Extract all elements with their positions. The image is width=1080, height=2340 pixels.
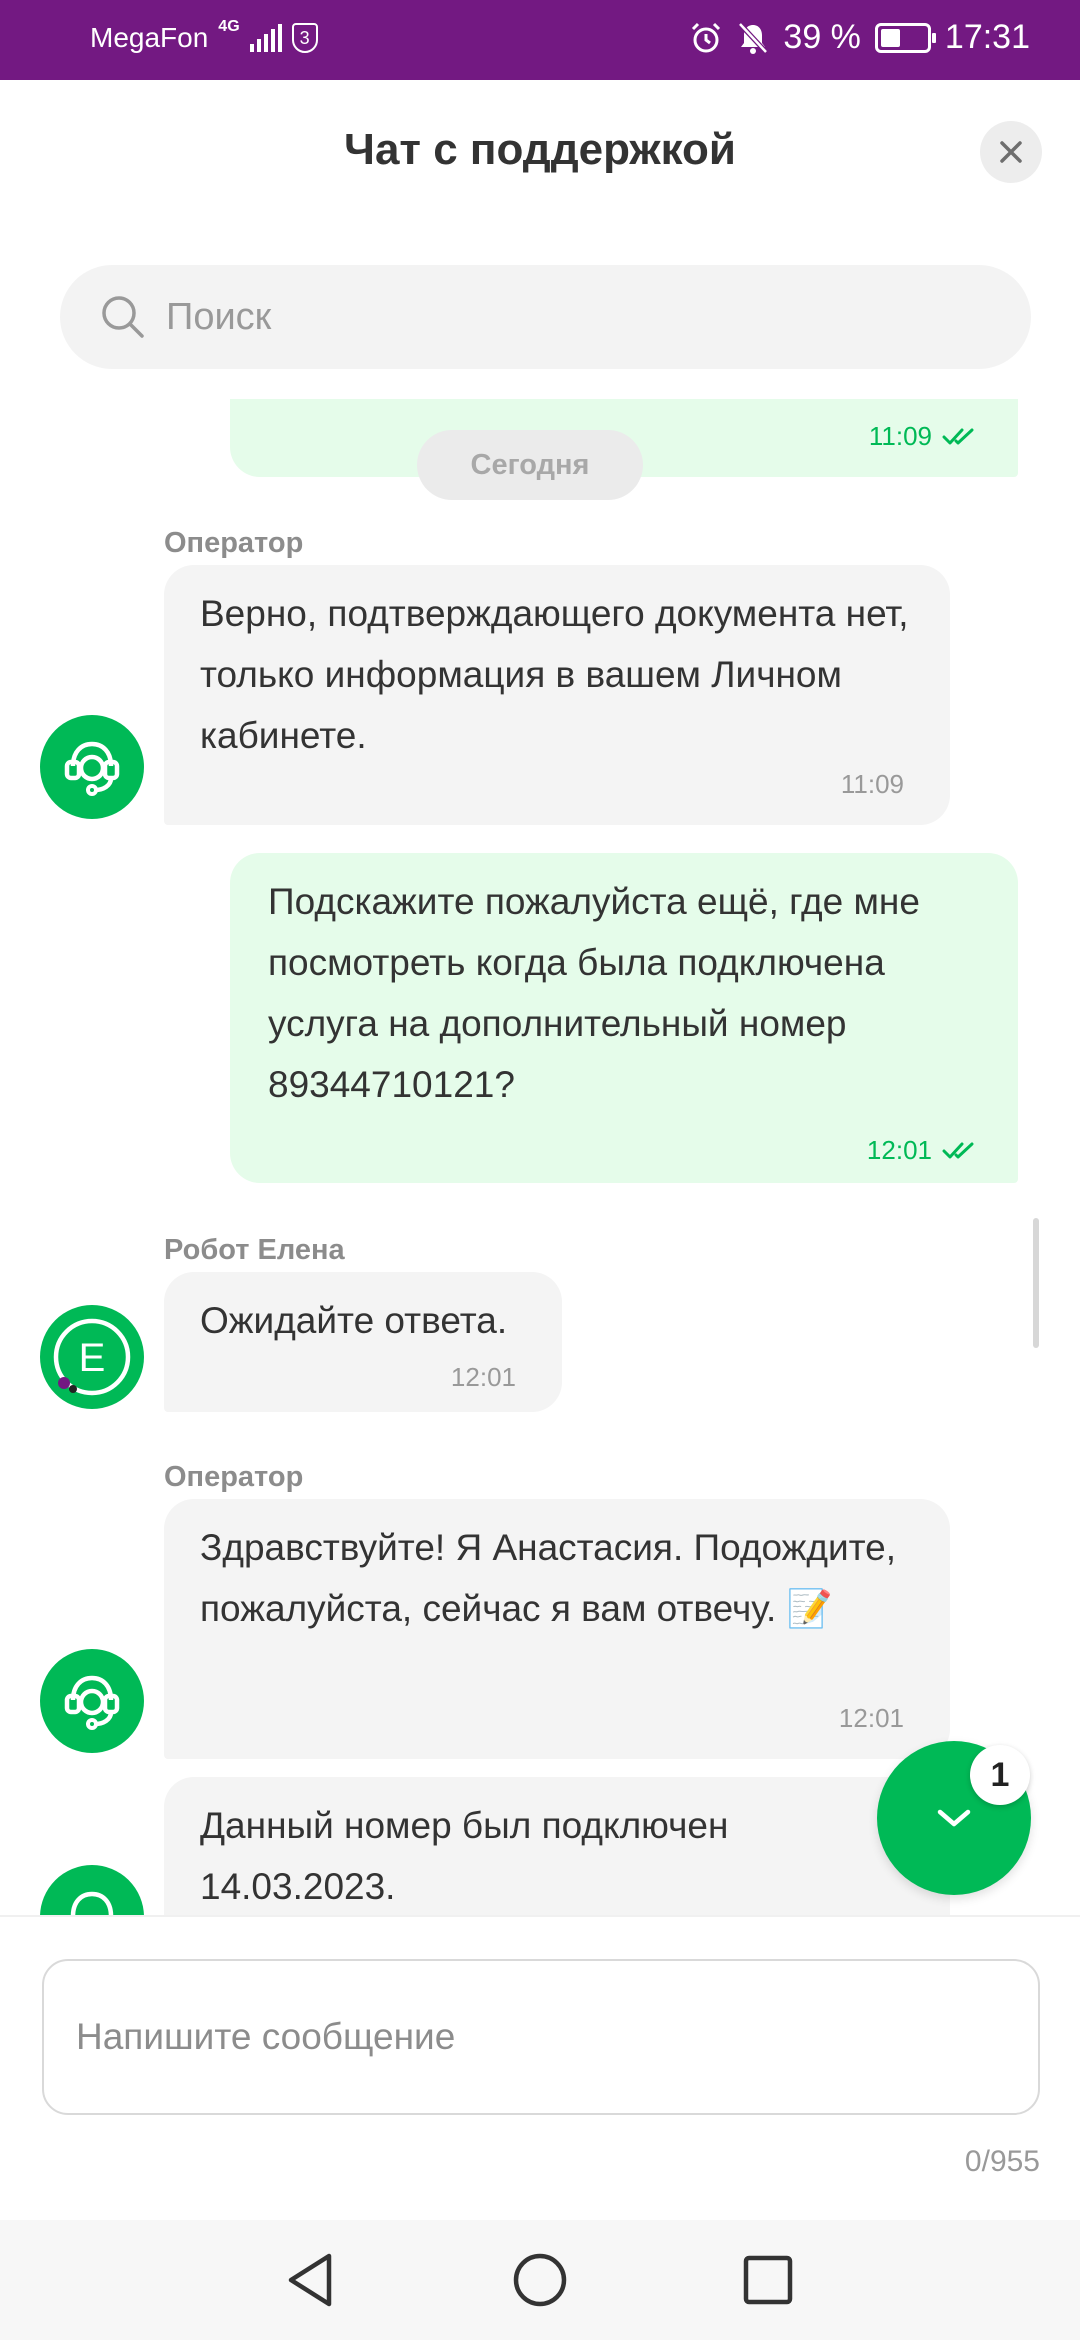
message-time: 11:09	[868, 421, 932, 451]
message-text: Верно, подтверждающего документа нет, то…	[200, 593, 909, 756]
avatar-letter: E	[79, 1336, 106, 1380]
message-time: 11:09	[840, 769, 904, 799]
status-bar: MegaFon 4G 3 39 % 17:31	[0, 0, 1080, 80]
status-left: MegaFon 4G 3	[90, 18, 318, 54]
double-check-icon	[942, 1142, 974, 1158]
clock: 17:31	[944, 18, 1030, 56]
message-text: Данный номер был подключен 14.03.2023.	[200, 1805, 729, 1907]
carrier-name: MegaFon	[90, 22, 209, 53]
message-text: Ожидайте ответа.	[200, 1300, 508, 1341]
search-input[interactable]	[166, 295, 946, 339]
search-icon	[102, 296, 144, 338]
message-time: 12:01	[450, 1362, 516, 1392]
date-divider: Сегодня	[417, 430, 643, 500]
message-sender: Оператор	[164, 1461, 304, 1493]
message-text: Подскажите пожалуйста ещё, где мне посмо…	[268, 881, 920, 1105]
back-button[interactable]	[278, 2248, 342, 2312]
signal-icon	[249, 24, 282, 52]
home-button[interactable]	[508, 2248, 572, 2312]
chevron-down-icon	[937, 1809, 971, 1827]
scrollbar[interactable]	[1033, 1218, 1039, 1348]
char-counter: 0/955	[964, 2145, 1040, 2178]
bell-off-icon	[738, 21, 769, 54]
message-incoming[interactable]: Верно, подтверждающего документа нет, то…	[164, 565, 950, 825]
unread-badge: 1	[970, 1745, 1030, 1805]
alarm-icon	[692, 22, 721, 52]
recents-button[interactable]	[736, 2248, 800, 2312]
robot-e-icon: E	[53, 1318, 131, 1396]
battery-percent: 39 %	[783, 18, 861, 56]
robot-avatar: E	[40, 1305, 144, 1409]
status-right: 39 % 17:31	[689, 18, 1030, 57]
battery-icon	[874, 22, 936, 53]
composer: 0/955	[0, 1915, 1080, 2220]
close-icon	[1000, 141, 1022, 163]
operator-avatar	[40, 1649, 144, 1753]
battery-level	[880, 28, 901, 47]
double-check-icon	[942, 428, 974, 444]
message-incoming[interactable]: Данный номер был подключен 14.03.2023.	[164, 1777, 950, 1915]
navigation-bar	[0, 2220, 1080, 2340]
headset-icon	[64, 741, 120, 796]
headset-icon	[64, 1675, 120, 1730]
operator-avatar	[40, 1865, 144, 1915]
search-bar[interactable]	[60, 265, 1031, 369]
message-meta: 12:01	[867, 1135, 978, 1166]
message-time: 12:01	[838, 1703, 904, 1733]
message-sender: Оператор	[164, 527, 304, 559]
message-text: Здравствуйте! Я Анастасия. Подождите, по…	[200, 1527, 897, 1629]
message-box[interactable]	[42, 1959, 1040, 2115]
page-title: Чат с поддержкой	[344, 125, 736, 174]
message-sender: Робот Елена	[164, 1234, 345, 1266]
message-incoming[interactable]: Ожидайте ответа. 12:01	[164, 1272, 562, 1412]
home-icon	[513, 2253, 567, 2307]
operator-avatar	[40, 715, 144, 819]
close-button[interactable]	[980, 121, 1042, 183]
message-meta: 11:09	[869, 421, 978, 452]
headset-icon	[70, 1891, 114, 1915]
message-incoming[interactable]: Здравствуйте! Я Анастасия. Подождите, по…	[164, 1499, 950, 1759]
network-type: 4G	[218, 18, 240, 35]
message-outgoing[interactable]: Подскажите пожалуйста ещё, где мне посмо…	[230, 853, 1018, 1183]
shield-icon: 3	[291, 23, 318, 53]
recents-icon	[743, 2255, 793, 2305]
chat-messages[interactable]: 11:09 Сегодня Оператор Верно, подтвержда…	[0, 397, 1080, 1915]
message-input[interactable]	[76, 2016, 1006, 2058]
message-time: 12:01	[866, 1135, 932, 1165]
back-icon	[288, 2253, 332, 2307]
